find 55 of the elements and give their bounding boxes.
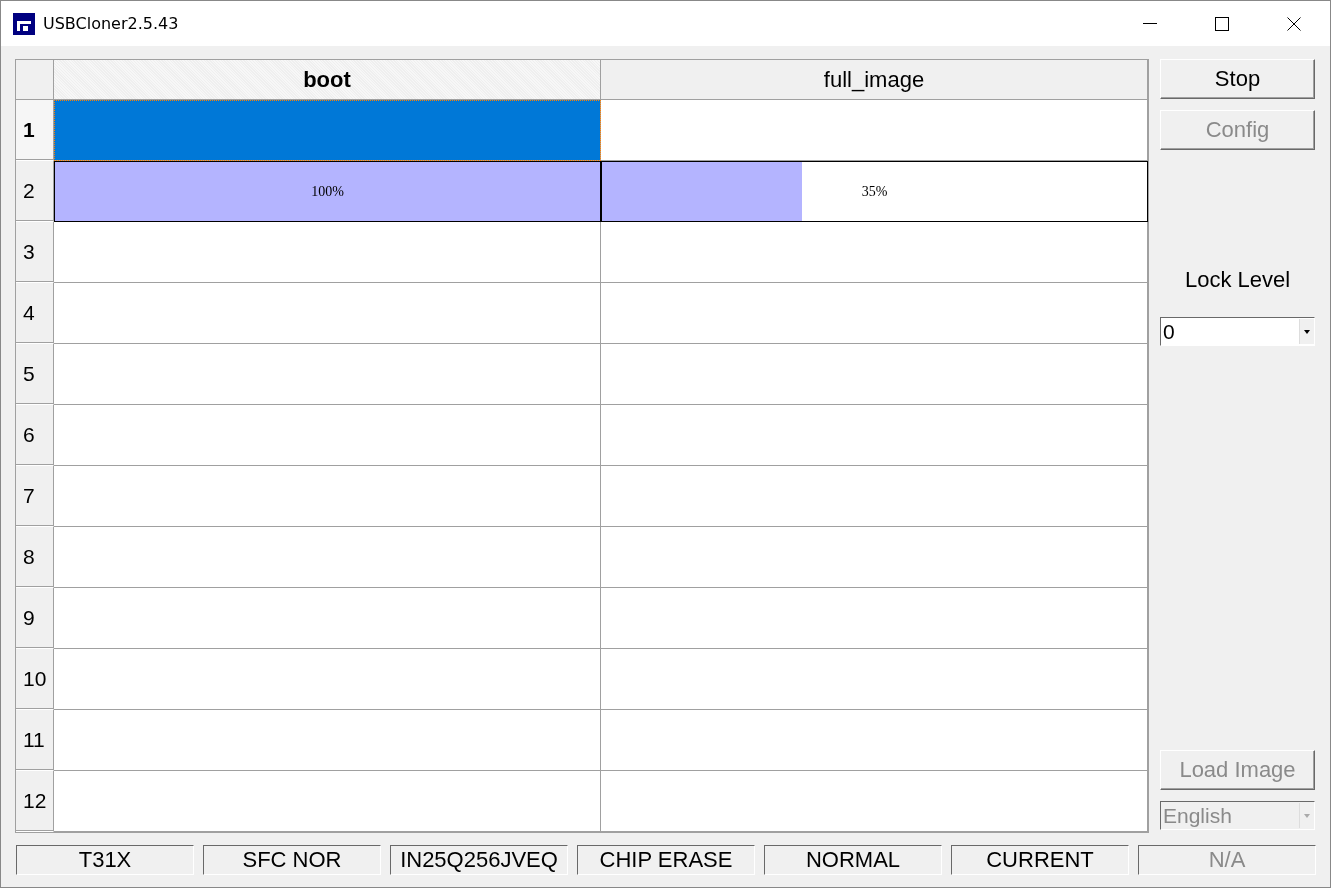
dropdown-arrow-icon (1304, 813, 1310, 818)
row-header[interactable]: 4 (16, 283, 54, 344)
column-header[interactable]: full_image (601, 60, 1148, 100)
close-icon (1287, 16, 1301, 31)
table-cell[interactable] (54, 710, 601, 771)
table-cell[interactable] (601, 344, 1148, 405)
window-title: USBCloner2.5.43 (43, 14, 180, 33)
row-header[interactable]: 5 (16, 344, 54, 405)
row-header[interactable]: 1 (16, 100, 54, 161)
lock-level-dropdown[interactable]: 0 (1160, 317, 1315, 346)
table-cell[interactable] (601, 771, 1148, 832)
status-field: N/A (1138, 845, 1316, 875)
row-header[interactable]: 9 (16, 588, 54, 649)
app-logo-icon (13, 12, 35, 35)
dropdown-arrow-icon (1304, 329, 1310, 334)
table-cell[interactable] (601, 405, 1148, 466)
lock-level-label: Lock Level (1183, 267, 1292, 293)
table-cell[interactable] (601, 710, 1148, 771)
row-header[interactable]: 12 (16, 771, 54, 832)
row-header[interactable]: 3 (16, 222, 54, 283)
table-cell[interactable] (54, 100, 601, 161)
status-field: NORMAL (764, 845, 942, 875)
progress-label: 100% (311, 183, 344, 200)
table-cell[interactable] (601, 649, 1148, 710)
status-field: T31X (16, 845, 194, 875)
status-field: CURRENT (951, 845, 1129, 875)
table-cell[interactable] (601, 527, 1148, 588)
table-cell[interactable] (601, 283, 1148, 344)
table-cell[interactable] (601, 222, 1148, 283)
status-field: SFC NOR (203, 845, 381, 875)
table-cell[interactable] (54, 283, 601, 344)
table-cell[interactable] (54, 527, 601, 588)
status-field: CHIP ERASE (577, 845, 755, 875)
table-cell[interactable] (54, 466, 601, 527)
status-field: IN25Q256JVEQ (390, 845, 568, 875)
row-header[interactable]: 8 (16, 527, 54, 588)
progress-label: 35% (861, 183, 888, 200)
table-cell[interactable] (54, 405, 601, 466)
table-cell[interactable] (601, 588, 1148, 649)
row-header[interactable]: 10 (16, 649, 54, 710)
column-header[interactable]: boot (54, 60, 601, 100)
table-cell[interactable] (601, 100, 1148, 161)
row-header[interactable]: 6 (16, 405, 54, 466)
table-cell[interactable] (54, 649, 601, 710)
table-cell[interactable] (54, 344, 601, 405)
row-header[interactable]: 7 (16, 466, 54, 527)
table-cell[interactable] (54, 771, 601, 832)
row-header[interactable]: 11 (16, 710, 54, 771)
table-cell[interactable] (54, 222, 601, 283)
table-cell[interactable] (601, 466, 1148, 527)
table-cell[interactable] (54, 588, 601, 649)
minimize-icon (1143, 23, 1157, 24)
stop-button[interactable]: Stop (1160, 59, 1315, 99)
row-header[interactable]: 2 (16, 161, 54, 222)
maximize-icon (1215, 16, 1229, 31)
